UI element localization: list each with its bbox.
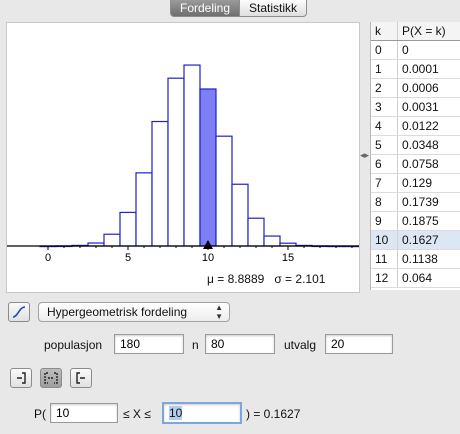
cumulative-toggle-button[interactable] [8, 302, 30, 322]
cell-k: 4 [371, 116, 398, 136]
cell-probability: 0.0348 [397, 135, 460, 155]
view-tabs: Fordeling Statistikk [170, 0, 308, 17]
bar [103, 233, 121, 247]
table-row[interactable]: 3 0.0031 [371, 97, 460, 117]
column-header-k: k [371, 22, 398, 41]
table-header: k P(X = k) [371, 22, 460, 41]
probability-table: k P(X = k) 0 0 1 0.0001 2 0.0006 3 0.0031 4 0.012… [370, 22, 460, 290]
table-row[interactable]: 7 0.129 [371, 173, 460, 193]
cell-probability: 0.0031 [397, 97, 460, 117]
upper-bound-value: 10 [169, 406, 183, 420]
cell-probability: 0.1875 [397, 211, 460, 231]
cell-k: 1 [371, 59, 398, 79]
table-row[interactable]: 8 0.1739 [371, 192, 460, 212]
cell-probability: 0.0001 [397, 59, 460, 79]
cell-k: 10 [371, 230, 398, 250]
table-row[interactable]: 5 0.0348 [371, 135, 460, 155]
cell-k: 7 [371, 173, 398, 193]
table-row[interactable]: 10 0.1627 [371, 230, 460, 250]
table-row[interactable]: 12 0.064 [371, 268, 460, 288]
bar [215, 135, 233, 247]
cell-probability: 0.064 [397, 268, 460, 288]
cell-probability: 0.0122 [397, 116, 460, 136]
x-tick-label: 15 [282, 252, 294, 264]
sample-label: utvalg [284, 338, 317, 352]
bar [135, 172, 153, 247]
bar [263, 235, 281, 247]
cell-probability: 0.1138 [397, 249, 460, 269]
mean-value: μ = 8.8889 [207, 272, 265, 286]
table-row[interactable]: 00 [371, 40, 460, 60]
tab-distribution[interactable]: Fordeling [170, 0, 241, 17]
right-sided-button[interactable] [70, 368, 92, 388]
splitter-handle[interactable]: ◂▸ [360, 150, 369, 160]
population-label: populasjon [44, 338, 103, 352]
cell-probability: 0 [397, 40, 460, 60]
cell-k: 2 [371, 78, 398, 98]
interval-label: ≤ X ≤ [123, 407, 151, 421]
probability-result: ) = 0.1627 [246, 407, 301, 421]
bar [199, 88, 217, 247]
cell-k: 12 [371, 268, 398, 288]
distribution-plot: 05101520 μ = 8.8889 σ = 2.101 [6, 22, 360, 293]
cell-probability: 0.1739 [397, 192, 460, 212]
bar [167, 77, 185, 247]
cell-k: 3 [371, 97, 398, 117]
cell-k: 6 [371, 154, 398, 174]
left-bracket-icon [17, 372, 26, 384]
cell-probability: 0.129 [397, 173, 460, 193]
bar-chart: 05101520 [7, 64, 359, 264]
distribution-select-value: Hypergeometrisk fordeling [47, 305, 188, 319]
cell-probability: 0.1627 [397, 230, 460, 250]
sample-input[interactable] [325, 334, 393, 354]
cell-probability: 0.0006 [397, 78, 460, 98]
cumulative-curve-icon [12, 306, 26, 318]
table-row[interactable]: 1 0.0001 [371, 59, 460, 79]
distribution-select[interactable]: Hypergeometrisk fordeling ▲ ▼ [38, 302, 230, 322]
table-row[interactable]: 11 0.1138 [371, 249, 460, 269]
select-arrows-icon: ▲ ▼ [215, 303, 223, 321]
left-sided-button[interactable] [10, 368, 32, 388]
x-tick-label: 5 [125, 252, 131, 264]
cell-k: 11 [371, 249, 398, 269]
column-header-probability: P(X = k) [397, 22, 460, 41]
table-row[interactable]: 4 0.0122 [371, 116, 460, 136]
cell-k: 0 [371, 40, 398, 60]
population-input[interactable] [114, 334, 184, 354]
bar [151, 120, 169, 247]
upper-bound-input[interactable]: 10 [162, 402, 242, 424]
cell-probability: 0.0758 [397, 154, 460, 174]
cell-k: 5 [371, 135, 398, 155]
bar [231, 183, 249, 247]
table-row[interactable]: 9 0.1875 [371, 211, 460, 231]
table-row[interactable]: 2 0.0006 [371, 78, 460, 98]
bar [183, 64, 201, 247]
cell-k: 8 [371, 192, 398, 212]
stats-readout: μ = 8.8889 σ = 2.101 [207, 272, 325, 286]
interval-bracket-icon [44, 372, 58, 384]
lower-bound-input[interactable] [50, 403, 118, 423]
interval-button[interactable] [40, 368, 62, 388]
sd-value: σ = 2.101 [274, 272, 326, 286]
bar [247, 217, 265, 247]
tab-statistics[interactable]: Statistikk [240, 0, 308, 17]
table-row[interactable]: 6 0.0758 [371, 154, 460, 174]
prob-prefix: P( [34, 407, 46, 421]
n-input[interactable] [205, 334, 275, 354]
n-label: n [192, 338, 199, 352]
x-tick-label: 0 [45, 252, 51, 264]
cell-k: 9 [371, 211, 398, 231]
right-bracket-icon [76, 372, 85, 384]
bar [119, 211, 137, 247]
x-tick-label: 10 [202, 252, 214, 264]
